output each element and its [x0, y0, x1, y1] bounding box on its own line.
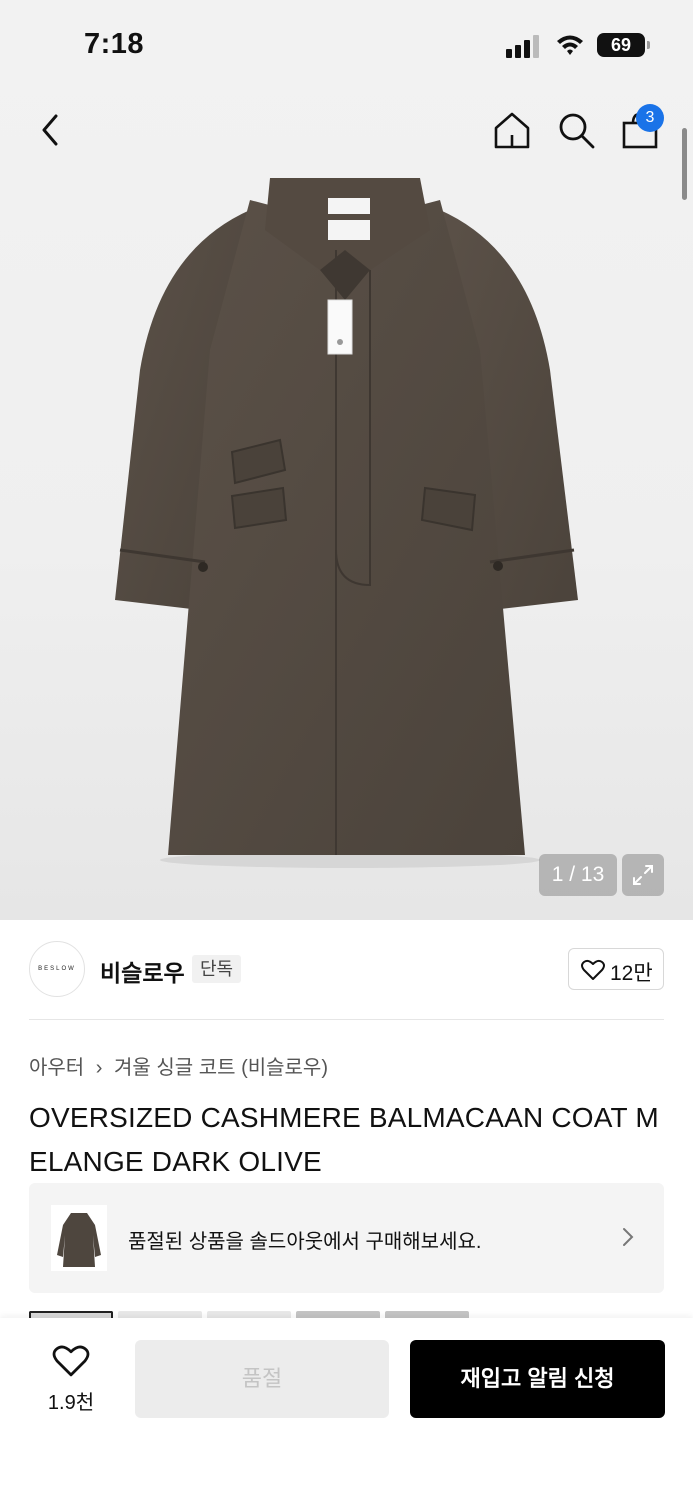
cellular-signal-icon [506, 34, 542, 58]
divider [29, 1019, 664, 1020]
product-image [115, 178, 578, 868]
wishlist-count: 1.9천 [47, 1392, 95, 1414]
exclusive-badge: 단독 [192, 955, 242, 983]
breadcrumb-category[interactable]: 아우터 [29, 1057, 84, 1079]
soldout-banner-text: 품절된 상품을 솔드아웃에서 구매해보세요. [128, 1231, 482, 1253]
product-thumbnail [51, 1205, 107, 1271]
battery-icon: 69 [597, 33, 650, 57]
breadcrumb-subcategory[interactable]: 겨울 싱글 코트 (비슬로우) [114, 1057, 328, 1079]
back-icon[interactable] [36, 110, 66, 150]
brand-logo[interactable]: BESLOW [29, 941, 85, 997]
image-counter: 1 / 13 [539, 854, 617, 896]
bottom-action-bar: 1.9천 품절 재입고 알림 신청 [0, 1318, 693, 1500]
soldout-banner[interactable]: 품절된 상품을 솔드아웃에서 구매해보세요. [29, 1183, 664, 1293]
status-time: 7:18 [84, 28, 145, 60]
home-icon[interactable] [492, 110, 532, 150]
product-image-gallery[interactable]: 7:18 69 3 1 / 13 [0, 0, 693, 920]
product-title: OVERSIZED CASHMERE BALMACAAN COAT MELANG… [29, 1102, 659, 1177]
search-icon[interactable] [556, 110, 596, 150]
expand-icon[interactable] [622, 854, 664, 896]
wishlist-button[interactable]: 1.9천 [40, 1342, 102, 1414]
brand-name[interactable]: 비슬로우 [100, 954, 185, 988]
brand-like-button[interactable]: 12만 [568, 948, 664, 990]
breadcrumb: 아우터 › 겨울 싱글 코트 (비슬로우) [29, 1051, 328, 1080]
cart-count-badge: 3 [636, 104, 664, 132]
heart-icon [52, 1345, 90, 1377]
status-bar: 7:18 69 [0, 0, 693, 90]
chevron-right-icon: › [95, 1057, 103, 1079]
heart-icon [581, 959, 605, 980]
brand-like-count: 12만 [610, 962, 653, 985]
restock-alert-button[interactable]: 재입고 알림 신청 [410, 1340, 665, 1418]
soldout-button: 품절 [135, 1340, 389, 1418]
scrollbar[interactable] [682, 128, 687, 200]
wifi-icon [557, 35, 583, 55]
chevron-right-icon [623, 1228, 634, 1246]
